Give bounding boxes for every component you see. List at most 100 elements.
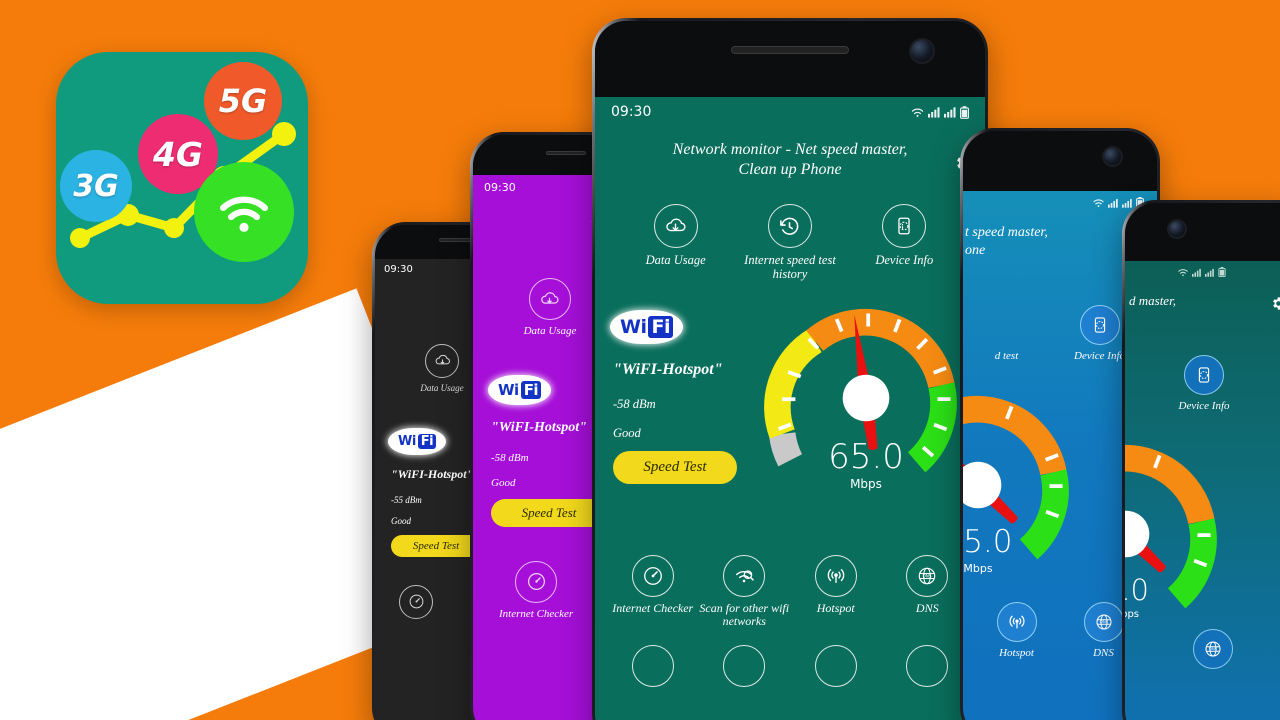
wifi-logo-fi: Fi bbox=[648, 316, 673, 338]
tile-internet-checker[interactable] bbox=[399, 584, 433, 619]
tile-data-usage[interactable]: Data Usage bbox=[524, 278, 576, 337]
badge-4g-label: 4G bbox=[152, 134, 204, 174]
wifi-logo-wi: Wi bbox=[398, 433, 416, 449]
signal-bars-icon-2 bbox=[1205, 268, 1214, 277]
wifi-logo-fi: Fi bbox=[520, 380, 542, 399]
tile-scan-wifi-networks[interactable]: Scan for other wifi networks bbox=[699, 555, 791, 629]
status-time: 09:30 bbox=[384, 264, 413, 275]
tile-partial-3[interactable] bbox=[790, 644, 882, 687]
partial-icon-1 bbox=[631, 644, 674, 687]
tile-internet-speed-test-history[interactable]: d test bbox=[976, 345, 1038, 362]
tile-label: d test bbox=[994, 350, 1019, 362]
device-info-icon bbox=[1184, 355, 1224, 396]
status-icons bbox=[910, 105, 969, 119]
tile-label: Scan for other wifi networks bbox=[699, 601, 790, 629]
gauge-value: 65.0 bbox=[828, 437, 904, 477]
tile-device-info[interactable]: Device Info bbox=[851, 204, 957, 267]
status-time: 09:30 bbox=[611, 104, 652, 120]
phone-mockup-center: 09:30 Network monitor - Net speed master… bbox=[592, 18, 988, 720]
badge-5g: 5G bbox=[204, 62, 282, 140]
history-clock-icon bbox=[767, 204, 812, 248]
tile-label: Hotspot bbox=[816, 601, 855, 615]
wifi-status-icon bbox=[911, 108, 924, 117]
wifi-badge bbox=[194, 162, 294, 262]
gauge-unit: Mbps bbox=[850, 477, 882, 491]
tile-label: DNS bbox=[915, 601, 939, 615]
wifi-logo-fi: Fi bbox=[417, 433, 437, 449]
tile-internet-speed-test-history[interactable]: Internet speed test history bbox=[732, 204, 848, 281]
gauge-unit: Mbps bbox=[963, 562, 993, 576]
device-info-icon bbox=[882, 204, 927, 248]
gauge-unit: bps bbox=[1125, 608, 1139, 620]
app-icon: 3G 4G 5G bbox=[56, 52, 308, 304]
wifi-brand-logo: Wi Fi bbox=[391, 430, 444, 452]
speed-gauge: 65.0 Mbps bbox=[755, 287, 977, 509]
tile-label: DNS bbox=[1093, 647, 1114, 660]
tile-data-usage[interactable]: Data Usage bbox=[623, 204, 729, 267]
tile-label: Internet Checker bbox=[612, 601, 694, 615]
front-camera bbox=[1104, 148, 1121, 165]
svg-text:DNS: DNS bbox=[1099, 619, 1108, 624]
tile-row-partial bbox=[595, 644, 985, 687]
gauge-value: 5.0 bbox=[1125, 572, 1149, 607]
signal-bars-icon-2 bbox=[944, 107, 956, 118]
battery-icon bbox=[1218, 267, 1226, 277]
speed-gauge: 5.0 bps bbox=[1125, 423, 1237, 645]
tile-label: Data Usage bbox=[420, 382, 464, 393]
badge-3g: 3G bbox=[60, 150, 132, 222]
signal-bars-icon-1 bbox=[928, 107, 940, 118]
earpiece-speaker bbox=[546, 151, 586, 155]
tile-hotspot[interactable]: Hotspot bbox=[790, 555, 882, 615]
tile-data-usage[interactable]: Data Usage bbox=[420, 343, 464, 393]
tile-hotspot[interactable]: Hotspot bbox=[979, 602, 1055, 659]
status-icons bbox=[1177, 267, 1226, 277]
partial-icon-3 bbox=[814, 644, 857, 687]
front-camera bbox=[911, 40, 933, 62]
signal-bars-icon-1 bbox=[1108, 198, 1118, 208]
signal-bars-icon-1 bbox=[1192, 268, 1201, 277]
dns-globe-icon: DNS bbox=[1083, 602, 1124, 643]
svg-text:DNS: DNS bbox=[923, 573, 932, 578]
gear-icon[interactable] bbox=[1270, 295, 1280, 317]
cloud-data-icon bbox=[425, 343, 459, 378]
speedometer-icon bbox=[515, 560, 558, 603]
wifi-status-icon bbox=[1093, 199, 1104, 207]
speedometer-icon bbox=[399, 584, 433, 619]
promo-banner: 3G 4G 5G 09:30 🖼 Net bbox=[0, 0, 1280, 720]
speed-test-button[interactable]: Speed Test bbox=[613, 450, 737, 484]
wifi-signal-dbm: -58 dBm bbox=[613, 396, 656, 411]
phone-mockup-green: d master, Device Info 0 ps DNS bbox=[1122, 200, 1280, 720]
dns-globe-icon: DNS bbox=[906, 555, 949, 597]
speed-test-button[interactable]: Speed Test bbox=[391, 534, 481, 557]
tile-device-info[interactable]: Device Info bbox=[1159, 355, 1249, 412]
tile-internet-checker[interactable]: Internet Checker bbox=[607, 555, 699, 615]
app-header-title-line1: Network monitor - Net speed master, bbox=[672, 141, 908, 158]
app-header-title-line2: Clean up Phone bbox=[738, 161, 842, 178]
tile-partial-2[interactable] bbox=[699, 644, 791, 687]
tile-internet-checker[interactable]: Internet Checker bbox=[499, 560, 574, 620]
battery-icon bbox=[960, 105, 969, 119]
device-info-icon bbox=[1079, 305, 1120, 345]
cloud-data-icon bbox=[653, 204, 698, 248]
tile-label: Hotspot bbox=[999, 647, 1034, 660]
partial-icon-4 bbox=[906, 644, 949, 687]
wifi-logo-wi: Wi bbox=[620, 316, 647, 338]
status-time: 09:30 bbox=[484, 181, 516, 194]
cloud-data-icon bbox=[528, 278, 571, 321]
speedometer-icon bbox=[631, 555, 674, 597]
tile-label: Internet Checker bbox=[499, 607, 574, 620]
tile-label: Device Info bbox=[875, 253, 934, 267]
tile-partial-1[interactable] bbox=[607, 644, 699, 687]
wifi-ssid: "WiFI-Hotspot" bbox=[613, 361, 723, 378]
hotspot-icon bbox=[814, 555, 857, 597]
partial-icon-2 bbox=[723, 644, 766, 687]
wifi-scan-icon bbox=[723, 555, 766, 597]
earpiece-speaker bbox=[439, 238, 473, 242]
tile-label: Device Info bbox=[1178, 400, 1230, 413]
badge-3g-label: 3G bbox=[73, 168, 119, 204]
wifi-status-icon bbox=[1178, 269, 1188, 277]
wifi-brand-logo: Wi Fi bbox=[613, 313, 680, 341]
earpiece-speaker bbox=[731, 46, 849, 54]
tile-label: Internet speed test history bbox=[744, 253, 836, 281]
speed-test-button[interactable]: Speed Test bbox=[491, 498, 607, 527]
